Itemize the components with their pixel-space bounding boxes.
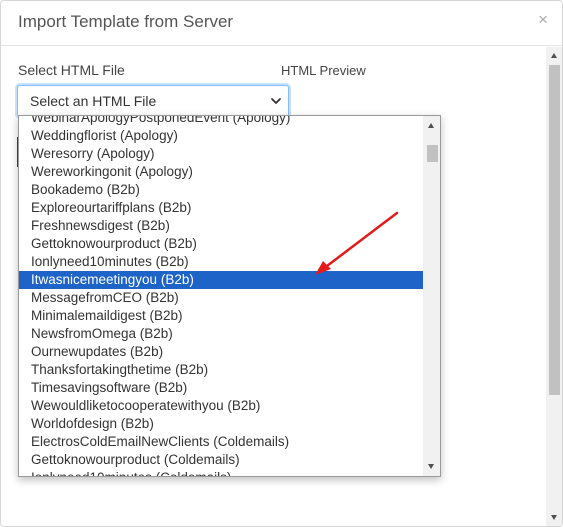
html-file-dropdown-list[interactable]: WebinarApologyPostponedEvent (Apology) We… <box>18 115 441 477</box>
select-html-file-label: Select HTML File <box>18 62 125 78</box>
dropdown-option[interactable]: Ionlyneed10minutes (Coldemails) <box>19 469 424 476</box>
dropdown-option[interactable]: Exploreourtariffplans (B2b) <box>19 199 424 217</box>
modal-scrollbar[interactable] <box>546 47 562 526</box>
dropdown-scroll-thumb[interactable] <box>427 145 438 162</box>
dropdown-option[interactable]: ElectrosColdEmailNewClients (Coldemails) <box>19 433 424 451</box>
dropdown-option[interactable]: Wereworkingonit (Apology) <box>19 163 424 181</box>
dropdown-option[interactable]: Minimalemaildigest (B2b) <box>19 307 424 325</box>
dropdown-scrollbar[interactable] <box>423 116 440 476</box>
html-preview-label: HTML Preview <box>281 63 366 78</box>
dropdown-option[interactable]: WebinarApologyPostponedEvent (Apology) <box>19 116 424 127</box>
dropdown-option[interactable]: Freshnewsdigest (B2b) <box>19 217 424 235</box>
modal-scroll-thumb[interactable] <box>549 65 560 395</box>
dropdown-option[interactable]: Ournewupdates (B2b) <box>19 343 424 361</box>
dropdown-option[interactable]: NewsfromOmega (B2b) <box>19 325 424 343</box>
chevron-down-icon <box>271 98 281 104</box>
dropdown-option[interactable]: Worldofdesign (B2b) <box>19 415 424 433</box>
dropdown-option[interactable]: Gettoknowourproduct (B2b) <box>19 235 424 253</box>
dropdown-option[interactable]: Bookademo (B2b) <box>19 181 424 199</box>
dropdown-option[interactable]: Ionlyneed10minutes (B2b) <box>19 253 424 271</box>
modal-title: Import Template from Server <box>18 12 234 31</box>
close-icon[interactable]: × <box>538 11 548 28</box>
modal-header: Import Template from Server × <box>1 1 562 46</box>
dropdown-option[interactable]: Gettoknowourproduct (Coldemails) <box>19 451 424 469</box>
html-file-select[interactable]: Select an HTML File <box>17 85 289 117</box>
dropdown-option[interactable]: Wewouldliketocooperatewithyou (B2b) <box>19 397 424 415</box>
dropdown-option[interactable]: Weresorry (Apology) <box>19 145 424 163</box>
dropdown-option[interactable]: MessagefromCEO (B2b) <box>19 289 424 307</box>
scroll-down-icon[interactable] <box>551 515 557 520</box>
scroll-down-icon[interactable] <box>428 464 434 469</box>
dropdown-option[interactable]: Thanksfortakingthetime (B2b) <box>19 361 424 379</box>
select-value: Select an HTML File <box>30 93 157 109</box>
scroll-up-icon[interactable] <box>551 53 557 58</box>
dropdown-option[interactable]: Timesavingsoftware (B2b) <box>19 379 424 397</box>
dropdown-option-selected[interactable]: Itwasnicemeetingyou (B2b) <box>19 271 424 289</box>
import-template-modal: Import Template from Server × Select HTM… <box>0 0 563 527</box>
dropdown-options: WebinarApologyPostponedEvent (Apology) We… <box>19 116 424 476</box>
scroll-up-icon[interactable] <box>428 123 434 128</box>
dropdown-option[interactable]: Weddingflorist (Apology) <box>19 127 424 145</box>
